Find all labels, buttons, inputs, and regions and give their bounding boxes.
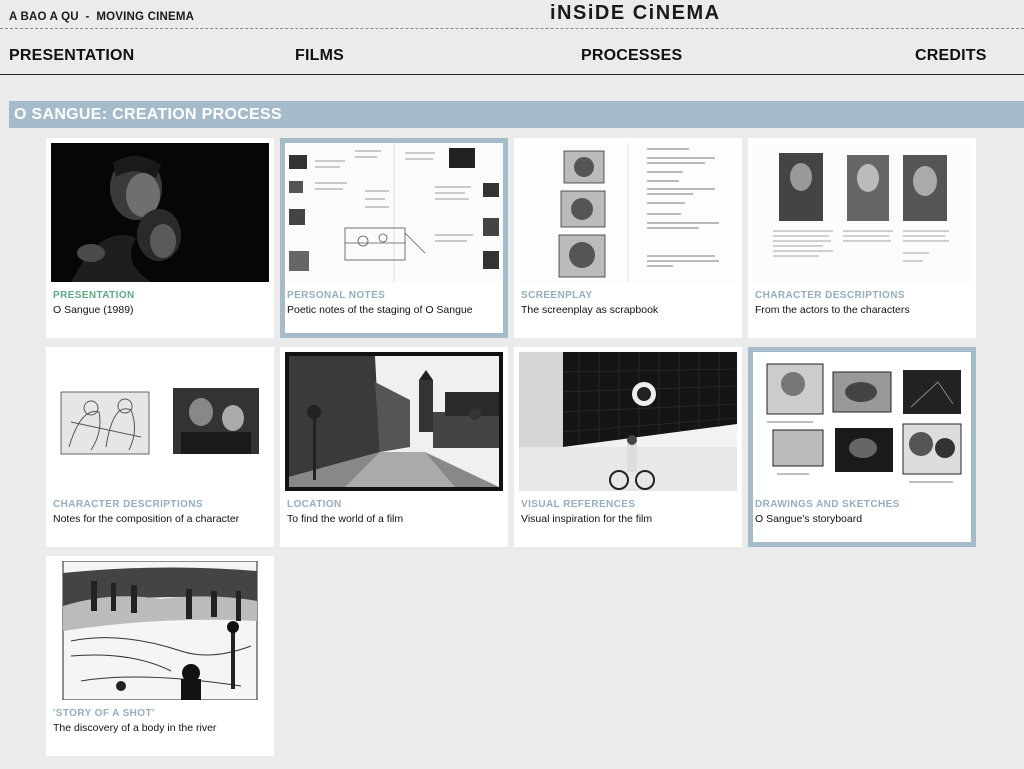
card-screenplay[interactable]: SCREENPLAY The screenplay as scrapbook (514, 138, 742, 338)
notes-page-image (285, 143, 503, 282)
card-category: LOCATION (287, 499, 342, 510)
card-drawings-sketches[interactable]: DRAWINGS AND SKETCHES O Sangue's storybo… (748, 347, 976, 547)
card-category: PERSONAL NOTES (287, 290, 386, 301)
main-nav: PRESENTATION FILMS PROCESSES CREDITS (0, 30, 1024, 75)
architecture-photo-image (519, 352, 737, 491)
card-description: To find the world of a film (287, 513, 404, 525)
card-category: 'STORY OF A SHOT' (53, 708, 155, 719)
section-header: O SANGUE: CREATION PROCESS (9, 101, 1024, 128)
card-description: O Sangue's storyboard (755, 513, 863, 525)
nav-item-presentation[interactable]: PRESENTATION (9, 47, 134, 65)
card-category: DRAWINGS AND SKETCHES (755, 499, 900, 510)
card-character-descriptions[interactable]: CHARACTER DESCRIPTIONS From the actors t… (748, 138, 976, 338)
card-description: The screenplay as scrapbook (521, 304, 659, 316)
card-category: CHARACTER DESCRIPTIONS (755, 290, 905, 301)
actor-portraits-image (753, 143, 971, 282)
card-description: The discovery of a body in the river (53, 722, 217, 734)
card-personal-notes[interactable]: PERSONAL NOTES Poetic notes of the stagi… (280, 138, 508, 338)
card-story-of-a-shot[interactable]: 'STORY OF A SHOT' The discovery of a bod… (46, 556, 274, 756)
card-location[interactable]: LOCATION To find the world of a film (280, 347, 508, 547)
section-title: O SANGUE: CREATION PROCESS (14, 106, 282, 123)
film-still-image (51, 143, 269, 282)
card-category: VISUAL REFERENCES (521, 499, 636, 510)
brand-label[interactable]: A BAO A QU - MOVING CINEMA (9, 11, 194, 23)
card-category: PRESENTATION (53, 290, 135, 301)
card-character-notes[interactable]: CHARACTER DESCRIPTIONS Notes for the com… (46, 347, 274, 547)
card-description: Notes for the composition of a character (53, 513, 240, 525)
site-logo[interactable]: iNSiDE CiNEMA (550, 2, 721, 25)
card-description: O Sangue (1989) (53, 304, 134, 316)
storyboard-drawings-image (753, 352, 971, 491)
nav-item-credits[interactable]: CREDITS (915, 47, 987, 65)
card-presentation[interactable]: PRESENTATION O Sangue (1989) (46, 138, 274, 338)
character-sketch-image (51, 352, 269, 491)
card-category: SCREENPLAY (521, 290, 593, 301)
street-photo-image (285, 352, 503, 491)
card-visual-references[interactable]: VISUAL REFERENCES Visual inspiration for… (514, 347, 742, 547)
top-bar: A BAO A QU - MOVING CINEMA iNSiDE CiNEMA (0, 0, 1024, 29)
nav-item-processes[interactable]: PROCESSES (581, 47, 682, 65)
shot-drawing-image (51, 561, 269, 700)
card-description: Visual inspiration for the film (521, 513, 653, 525)
screenplay-page-image (519, 143, 737, 282)
card-description: From the actors to the characters (755, 304, 910, 316)
nav-item-films[interactable]: FILMS (295, 47, 344, 65)
card-category: CHARACTER DESCRIPTIONS (53, 499, 203, 510)
card-description: Poetic notes of the staging of O Sangue (287, 304, 473, 316)
